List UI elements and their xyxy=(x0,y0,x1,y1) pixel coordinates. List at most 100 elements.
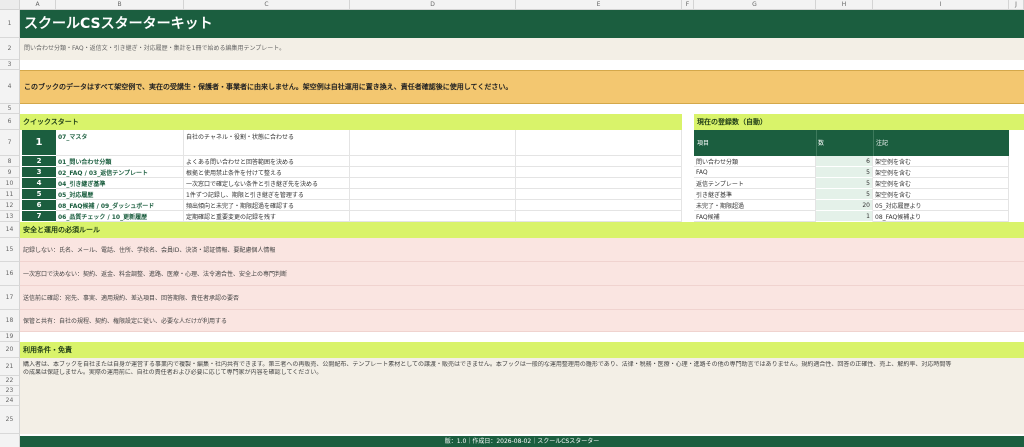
step-description[interactable]: 頻出傾向と未完了・期限超過を確認する xyxy=(184,200,350,211)
registry-note[interactable]: 架空例を含む xyxy=(873,156,1009,167)
step-number[interactable]: 4 xyxy=(22,178,56,189)
registry-item[interactable]: 返信テンプレート xyxy=(694,178,816,189)
step-sheet-name[interactable]: 08_FAQ候補 / 09_ダッシュボード xyxy=(56,200,184,211)
column-header-h[interactable]: H xyxy=(816,0,873,10)
empty-cell[interactable] xyxy=(350,178,516,189)
column-header-c[interactable]: C xyxy=(184,0,350,10)
registry-note[interactable]: 08_FAQ候補より xyxy=(873,211,1009,222)
registry-count[interactable]: 1 xyxy=(816,211,873,222)
empty-cell[interactable] xyxy=(350,211,516,222)
select-all-corner[interactable] xyxy=(0,0,20,10)
row-header[interactable]: 16 xyxy=(0,262,20,286)
step-description[interactable]: 一次窓口で確定しない条件と引き継ぎ先を決める xyxy=(184,178,350,189)
registry-note[interactable]: 架空例を含む xyxy=(873,167,1009,178)
row-header[interactable]: 3 xyxy=(0,60,20,70)
step-sheet-name[interactable]: 07_マスタ xyxy=(56,130,184,156)
row-header[interactable]: 13 xyxy=(0,211,20,222)
footer-text: 版：1.0｜作成日：2026-08-02｜スクールCSスターター xyxy=(444,438,600,445)
row-header[interactable]: 8 xyxy=(0,156,20,167)
step-description[interactable]: 1件ずつ記録し、期限と引き継ぎを管理する xyxy=(184,189,350,200)
column-header-e[interactable]: E xyxy=(516,0,682,10)
column-header-g[interactable]: G xyxy=(694,0,816,10)
column-header-a[interactable]: A xyxy=(20,0,56,10)
step-number[interactable]: 2 xyxy=(22,156,56,167)
safety-rule[interactable]: 保管と共有：自社の規程、契約、権限設定に従い、必要な人だけが利用する xyxy=(20,310,1024,332)
safety-rule[interactable]: 記録しない：氏名、メール、電話、住所、学校名、会員ID、決済・認証情報、要配慮個… xyxy=(20,238,1024,262)
step-sheet-name[interactable]: 05_対応履歴 xyxy=(56,189,184,200)
row-header[interactable]: 4 xyxy=(0,70,20,104)
row-header[interactable]: 23 xyxy=(0,386,20,396)
registry-item[interactable]: FAQ候補 xyxy=(694,211,816,222)
row-header[interactable]: 24 xyxy=(0,396,20,406)
empty-cell[interactable] xyxy=(516,156,682,167)
row-header[interactable]: 2 xyxy=(0,38,20,60)
row-header[interactable]: 20 xyxy=(0,342,20,358)
step-description[interactable]: 根拠と使用禁止条件を付けて整える xyxy=(184,167,350,178)
row-header[interactable]: 14 xyxy=(0,222,20,238)
empty-cell[interactable] xyxy=(516,189,682,200)
row-header[interactable]: 21 xyxy=(0,358,20,376)
row-header[interactable]: 25 xyxy=(0,406,20,434)
step-sheet-name[interactable]: 06_品質チェック / 10_更新履歴 xyxy=(56,211,184,222)
step-sheet-name[interactable]: 01_問い合わせ分類 xyxy=(56,156,184,167)
empty-cell[interactable] xyxy=(350,130,516,156)
empty-cell[interactable] xyxy=(350,200,516,211)
step-sheet-name[interactable]: 04_引き継ぎ基準 xyxy=(56,178,184,189)
step-description[interactable]: 定期確認と重要変更の記録を残す xyxy=(184,211,350,222)
registry-note[interactable]: 架空例を含む xyxy=(873,178,1009,189)
column-header-i[interactable]: I xyxy=(873,0,1009,10)
step-description[interactable]: 自社のチャネル・役割・状態に合わせる xyxy=(184,130,350,156)
empty-cell[interactable] xyxy=(516,130,682,156)
terms-text-line: 購入者は、本ブックを自社または自身が運営する事業内で複製・編集・社内共有できます… xyxy=(23,361,952,368)
row-header[interactable]: 1 xyxy=(0,10,20,38)
registry-header: 現在の登録数（自動） xyxy=(697,118,767,126)
step-number[interactable]: 1 xyxy=(22,130,56,156)
step-number[interactable]: 6 xyxy=(22,200,56,211)
row-header[interactable]: 12 xyxy=(0,200,20,211)
terms-header-bar[interactable] xyxy=(20,342,1024,358)
registry-table-header[interactable] xyxy=(694,130,1009,156)
registry-note[interactable]: 05_対応履歴より xyxy=(873,200,1009,211)
row-header[interactable]: 18 xyxy=(0,310,20,332)
row-header[interactable]: 10 xyxy=(0,178,20,189)
empty-cell[interactable] xyxy=(350,156,516,167)
step-number[interactable]: 5 xyxy=(22,189,56,200)
registry-item[interactable]: 引き継ぎ基準 xyxy=(694,189,816,200)
row-header[interactable]: 6 xyxy=(0,114,20,130)
registry-item[interactable]: 問い合わせ分類 xyxy=(694,156,816,167)
registry-count[interactable]: 5 xyxy=(816,178,873,189)
row-header[interactable]: 9 xyxy=(0,167,20,178)
step-number[interactable]: 7 xyxy=(22,211,56,222)
row-header[interactable]: 11 xyxy=(0,189,20,200)
row-header[interactable]: 19 xyxy=(0,332,20,342)
empty-cell[interactable] xyxy=(516,200,682,211)
column-header-j[interactable]: J xyxy=(1009,0,1024,10)
column-header-d[interactable]: D xyxy=(350,0,516,10)
empty-cell[interactable] xyxy=(516,178,682,189)
registry-note[interactable]: 架空例を含む xyxy=(873,189,1009,200)
row-header[interactable]: 22 xyxy=(0,376,20,386)
row-header[interactable]: 5 xyxy=(0,104,20,114)
registry-count[interactable]: 6 xyxy=(816,156,873,167)
row-header[interactable]: 15 xyxy=(0,238,20,262)
row-header[interactable]: 7 xyxy=(0,130,20,156)
empty-cell[interactable] xyxy=(350,167,516,178)
registry-count[interactable]: 5 xyxy=(816,167,873,178)
empty-cell[interactable] xyxy=(516,167,682,178)
registry-count[interactable]: 20 xyxy=(816,200,873,211)
registry-item[interactable]: 未完了・期限超過 xyxy=(694,200,816,211)
safety-header-bar[interactable] xyxy=(20,222,1024,238)
safety-rule[interactable]: 一次窓口で決めない：契約、返金、料金調整、進路、医療・心理、法令適合性、安全上の… xyxy=(20,262,1024,286)
empty-cell[interactable] xyxy=(350,189,516,200)
empty-cell[interactable] xyxy=(516,211,682,222)
safety-rule[interactable]: 送信前に確認：宛先、事実、適用規約、差込項目、回答期限、責任者承認の要否 xyxy=(20,286,1024,310)
column-header-b[interactable]: B xyxy=(56,0,184,10)
step-sheet-name[interactable]: 02_FAQ / 03_返信テンプレート xyxy=(56,167,184,178)
step-description[interactable]: よくある問い合わせと回答範囲を決める xyxy=(184,156,350,167)
step-number[interactable]: 3 xyxy=(22,167,56,178)
registry-item[interactable]: FAQ xyxy=(694,167,816,178)
column-header-f[interactable]: F xyxy=(682,0,694,10)
registry-count[interactable]: 5 xyxy=(816,189,873,200)
row-header[interactable]: 17 xyxy=(0,286,20,310)
quickstart-header-bar[interactable] xyxy=(20,114,682,130)
